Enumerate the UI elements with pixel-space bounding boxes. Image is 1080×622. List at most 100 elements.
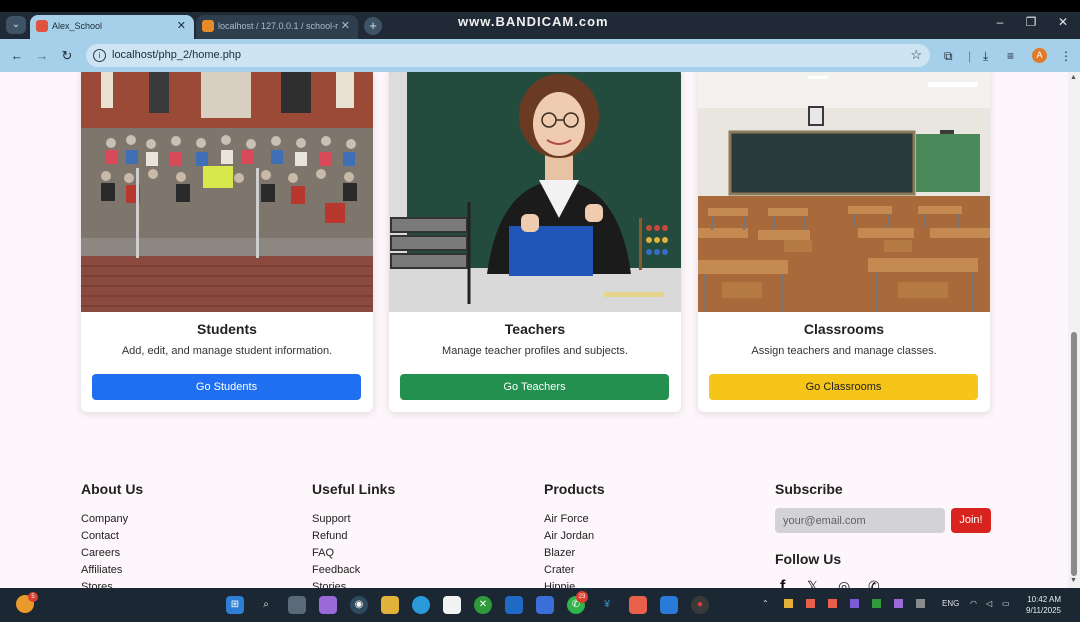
store-icon[interactable] — [443, 596, 461, 614]
taskbar-clock[interactable]: 10:42 AM 9/11/2025 — [1026, 594, 1061, 616]
close-window-icon[interactable]: ✕ — [1053, 15, 1073, 29]
profile-avatar[interactable]: A — [1032, 48, 1047, 63]
back-icon[interactable]: ← — [9, 48, 25, 63]
download-icon[interactable]: ⤓ — [983, 49, 988, 64]
card-title: Classrooms — [803, 321, 885, 337]
tab-favicon-icon — [202, 20, 214, 32]
footer-link-feedback[interactable]: Feedback — [312, 562, 360, 579]
tab-label: localhost / 127.0.0.1 / school-r — [218, 21, 339, 31]
weather-widget-icon[interactable]: 5 — [16, 592, 38, 613]
footer-link-stores[interactable]: Stores — [81, 579, 128, 588]
outlook-icon[interactable] — [505, 596, 523, 614]
footer-link-hippie[interactable]: Hippie — [544, 579, 594, 588]
tray-app-icon[interactable] — [872, 599, 881, 608]
browser-toolbar: ← → ↻ i localhost/php_2/home.php ☆ ⧉ | ⤓… — [0, 39, 1080, 72]
extensions-icon[interactable]: ⧉ — [944, 49, 953, 64]
footer-link-air-force[interactable]: Air Force — [544, 511, 594, 528]
footer-link-company[interactable]: Company — [81, 511, 128, 528]
minimize-icon[interactable]: – — [990, 15, 1010, 29]
tab-alex-school[interactable]: Alex_School ✕ — [30, 15, 194, 39]
close-tab-icon[interactable]: ✕ — [177, 15, 186, 37]
language-indicator[interactable]: ENG — [942, 599, 959, 608]
subscribe-email-input[interactable] — [775, 508, 945, 533]
footer-link-stories[interactable]: Stories — [312, 579, 360, 588]
bookmark-star-icon[interactable]: ☆ — [910, 47, 922, 63]
footer-link-refund[interactable]: Refund — [312, 528, 360, 545]
battery-icon[interactable]: ▭ — [1002, 599, 1010, 608]
go-students-button[interactable]: Go Students — [92, 374, 361, 400]
tray-app-icon[interactable] — [894, 599, 903, 608]
wifi-icon[interactable]: ◠ — [970, 599, 977, 608]
toolbar-divider: | — [968, 49, 972, 63]
forward-icon[interactable]: → — [34, 48, 50, 63]
xbox-icon[interactable]: ✕ — [474, 596, 492, 614]
classrooms-card: Classrooms Assign teachers and manage cl… — [698, 72, 990, 412]
footer-link-support[interactable]: Support — [312, 511, 360, 528]
footer-links-list: Support Refund FAQ Feedback Stories — [312, 511, 360, 588]
tray-overflow-icon[interactable]: ⌃ — [762, 599, 769, 608]
go-teachers-button[interactable]: Go Teachers — [400, 374, 669, 400]
clock-date: 9/11/2025 — [1026, 606, 1061, 615]
tab-search-button[interactable]: ⌄ — [6, 16, 26, 34]
teachers-card: Teachers Manage teacher profiles and sub… — [389, 72, 681, 412]
footer-link-blazer[interactable]: Blazer — [544, 545, 594, 562]
windows-taskbar: 5 ⊞ ⌕ ◉ ✕ ✆ 23 ¥ ● ⌃ ENG ◠ ◁ ▭ 10:42 AM … — [0, 588, 1080, 622]
tray-app-icon[interactable] — [828, 599, 837, 608]
footer-about-list: Company Contact Careers Affiliates Store… — [81, 511, 128, 588]
facebook-icon[interactable]: f — [780, 578, 785, 588]
vscode-icon[interactable] — [660, 596, 678, 614]
twitter-icon[interactable]: 𝕏 — [807, 578, 818, 588]
scroll-up-icon[interactable]: ▲ — [1070, 74, 1077, 81]
tray-app-icon[interactable] — [784, 599, 793, 608]
card-description: Add, edit, and manage student informatio… — [121, 345, 333, 357]
scroll-thumb[interactable] — [1071, 332, 1077, 576]
url-text[interactable]: localhost/php_2/home.php — [112, 49, 241, 61]
address-bar[interactable]: i localhost/php_2/home.php ☆ — [86, 44, 930, 67]
footer-link-careers[interactable]: Careers — [81, 545, 128, 562]
screen: ⌄ Alex_School ✕ localhost / 127.0.0.1 / … — [0, 0, 1080, 622]
volume-icon[interactable]: ◁ — [986, 599, 992, 608]
close-tab-icon[interactable]: ✕ — [341, 15, 350, 37]
footer-link-crater[interactable]: Crater — [544, 562, 594, 579]
site-info-icon[interactable]: i — [93, 49, 106, 62]
media-control-icon[interactable]: ≡ — [1007, 49, 1014, 63]
card-title: Teachers — [504, 321, 566, 337]
restore-icon[interactable]: ❐ — [1021, 15, 1041, 29]
whatsapp-icon[interactable]: ✆ — [868, 578, 880, 588]
bandicam-icon[interactable]: ● — [691, 596, 709, 614]
footer-link-air-jordan[interactable]: Air Jordan — [544, 528, 594, 545]
new-tab-button[interactable]: + — [364, 17, 382, 35]
join-button[interactable]: Join! — [951, 508, 991, 533]
chrome-icon[interactable]: ◉ — [350, 596, 368, 614]
whatsapp-badge: 23 — [576, 591, 588, 603]
page-scrollbar[interactable]: ▲ ▼ — [1068, 72, 1080, 588]
instagram-icon[interactable]: ◎ — [838, 578, 850, 588]
footer-subscribe-heading: Subscribe — [775, 481, 843, 497]
edge-icon[interactable] — [412, 596, 430, 614]
tray-app-icon[interactable] — [850, 599, 859, 608]
footer-link-contact[interactable]: Contact — [81, 528, 128, 545]
card-title: Students — [197, 321, 257, 337]
task-view-icon[interactable] — [288, 596, 306, 614]
start-icon[interactable]: ⊞ — [226, 596, 244, 614]
reload-icon[interactable]: ↻ — [59, 48, 75, 64]
footer-links-heading: Useful Links — [312, 481, 396, 497]
tray-app-icon[interactable] — [806, 599, 815, 608]
dev-tool-icon[interactable]: ¥ — [598, 596, 616, 614]
copilot-icon[interactable] — [319, 596, 337, 614]
tab-phpmyadmin[interactable]: localhost / 127.0.0.1 / school-r ✕ — [196, 15, 358, 39]
clock-time: 10:42 AM — [1027, 595, 1061, 604]
xampp-icon[interactable] — [629, 596, 647, 614]
file-explorer-icon[interactable] — [381, 596, 399, 614]
students-card: Students Add, edit, and manage student i… — [81, 72, 373, 412]
notes-app-icon[interactable] — [536, 596, 554, 614]
menu-kebab-icon[interactable]: ⋮ — [1060, 49, 1072, 63]
tab-label: Alex_School — [52, 21, 103, 31]
scroll-down-icon[interactable]: ▼ — [1070, 577, 1077, 584]
tray-app-icon[interactable] — [916, 599, 925, 608]
footer-link-faq[interactable]: FAQ — [312, 545, 360, 562]
footer-link-affiliates[interactable]: Affiliates — [81, 562, 128, 579]
search-icon[interactable]: ⌕ — [257, 596, 275, 614]
go-classrooms-button[interactable]: Go Classrooms — [709, 374, 978, 400]
card-description: Manage teacher profiles and subjects. — [442, 345, 628, 357]
